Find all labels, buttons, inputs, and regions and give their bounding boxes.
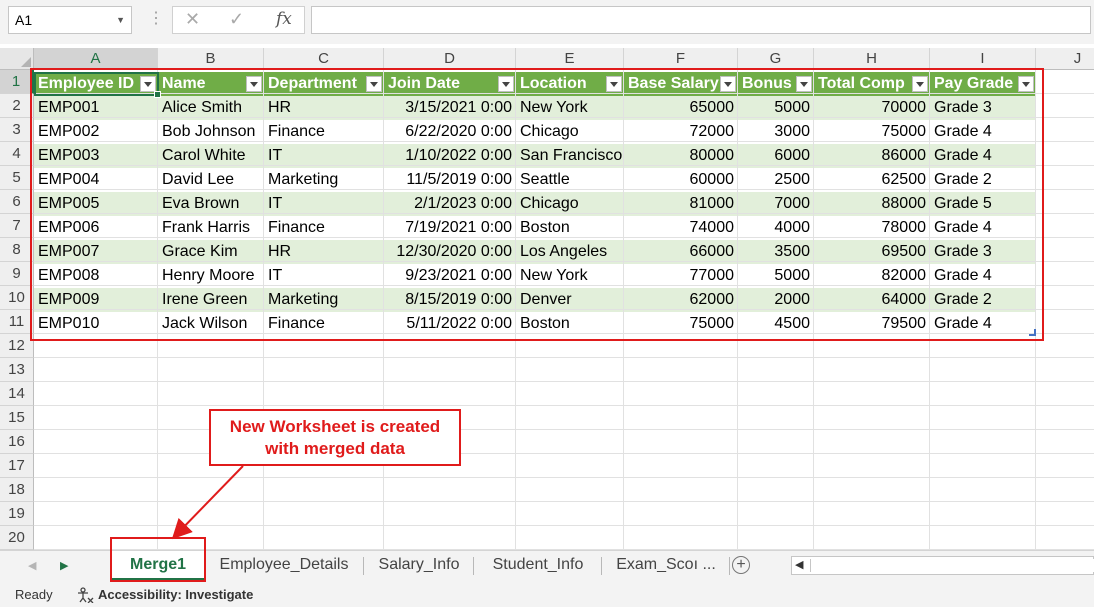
row-header-6[interactable]: 6 (0, 190, 34, 214)
grid-row-line (34, 405, 1094, 406)
horizontal-scrollbar[interactable]: ◀ (791, 556, 1094, 575)
row-header-17[interactable]: 17 (0, 454, 34, 478)
row-header-10[interactable]: 10 (0, 286, 34, 310)
table-resize-handle[interactable] (1029, 329, 1036, 336)
formula-buttons: ✕ ✓ fx (172, 6, 305, 34)
row-header-14[interactable]: 14 (0, 382, 34, 406)
row-header-12[interactable]: 12 (0, 334, 34, 358)
annotation-line-1: New Worksheet is created (229, 417, 441, 436)
row-header-2[interactable]: 2 (0, 94, 34, 118)
chevron-down-icon[interactable]: ▼ (116, 7, 125, 33)
name-box-value: A1 (15, 12, 33, 28)
column-header-j[interactable]: J (1036, 48, 1094, 70)
column-header-b[interactable]: B (158, 48, 264, 70)
annotation-callout: New Worksheet is created with merged dat… (209, 409, 461, 466)
column-header-g[interactable]: G (738, 48, 814, 70)
column-header-h[interactable]: H (814, 48, 930, 70)
select-all-corner[interactable] (0, 48, 34, 70)
sheet-tab-salary-info[interactable]: Salary_Info (364, 551, 474, 581)
row-header-5[interactable]: 5 (0, 166, 34, 190)
sheet-tab-student-info[interactable]: Student_Info (474, 551, 602, 581)
accessibility-icon[interactable] (76, 587, 94, 603)
annotation-line-2: with merged data (265, 439, 405, 458)
grid-row-line (34, 381, 1094, 382)
grid-row-line (34, 357, 1094, 358)
row-header-9[interactable]: 9 (0, 262, 34, 286)
name-box[interactable]: A1 ▼ (8, 6, 132, 34)
scroll-left-icon[interactable]: ◀ (28, 559, 36, 572)
scrollbar-left-arrow-icon[interactable]: ◀ (795, 558, 803, 571)
row-header-11[interactable]: 11 (0, 310, 34, 334)
scrollbar-thumb[interactable] (810, 559, 1094, 572)
status-ready: Ready (15, 587, 53, 602)
grid-row-line (34, 477, 1094, 478)
row-header-18[interactable]: 18 (0, 478, 34, 502)
grid-row-line (34, 525, 1094, 526)
formula-input[interactable] (311, 6, 1091, 34)
insert-function-icon[interactable]: fx (276, 9, 292, 29)
formula-bar: A1 ▼ ⋮ ✕ ✓ fx (0, 0, 1094, 44)
column-header-a[interactable]: A (34, 48, 158, 70)
row-header-3[interactable]: 3 (0, 118, 34, 142)
active-tab-highlight-box (110, 537, 206, 582)
row-header-15[interactable]: 15 (0, 406, 34, 430)
row-header-8[interactable]: 8 (0, 238, 34, 262)
enter-icon[interactable]: ✓ (229, 9, 244, 30)
grid-row-line (34, 501, 1094, 502)
grid-row-line (34, 453, 1094, 454)
column-header-c[interactable]: C (264, 48, 384, 70)
row-header-20[interactable]: 20 (0, 526, 34, 550)
column-header-e[interactable]: E (516, 48, 624, 70)
row-header-1[interactable]: 1 (0, 70, 34, 94)
column-header-i[interactable]: I (930, 48, 1036, 70)
scroll-right-icon[interactable]: ▶ (60, 559, 68, 572)
column-header-f[interactable]: F (624, 48, 738, 70)
more-icon: ⋮ (148, 10, 164, 27)
row-header-16[interactable]: 16 (0, 430, 34, 454)
sheet-tab-employee-details[interactable]: Employee_Details (204, 551, 364, 581)
sheet-tab-exam-sco[interactable]: Exam_Scoı ... (602, 551, 730, 581)
grid-row-line (34, 429, 1094, 430)
cancel-icon[interactable]: ✕ (185, 9, 200, 30)
row-header-7[interactable]: 7 (0, 214, 34, 238)
status-bar: Ready Accessibility: Investigate (0, 582, 1094, 607)
row-header-4[interactable]: 4 (0, 142, 34, 166)
row-header-13[interactable]: 13 (0, 358, 34, 382)
row-header-19[interactable]: 19 (0, 502, 34, 526)
table-highlight-box (30, 68, 1044, 341)
accessibility-status[interactable]: Accessibility: Investigate (98, 582, 253, 607)
add-sheet-button[interactable]: + (732, 556, 750, 574)
column-header-d[interactable]: D (384, 48, 516, 70)
